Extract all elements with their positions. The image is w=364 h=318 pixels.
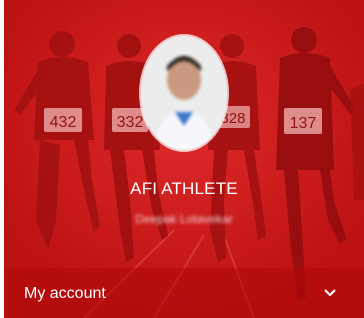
user-name: Deepak Lotavekar [135,212,233,226]
avatar-photo [141,36,227,150]
profile-avatar[interactable] [141,36,227,150]
my-account-label: My account [24,285,106,302]
my-account-toggle[interactable]: My account [4,268,364,318]
drawer-header: 432 332 328 137 AFI ATHLETE Deepak Lotav… [4,0,364,318]
app-title: AFI ATHLETE [130,179,238,198]
chevron-down-icon[interactable] [324,288,336,298]
